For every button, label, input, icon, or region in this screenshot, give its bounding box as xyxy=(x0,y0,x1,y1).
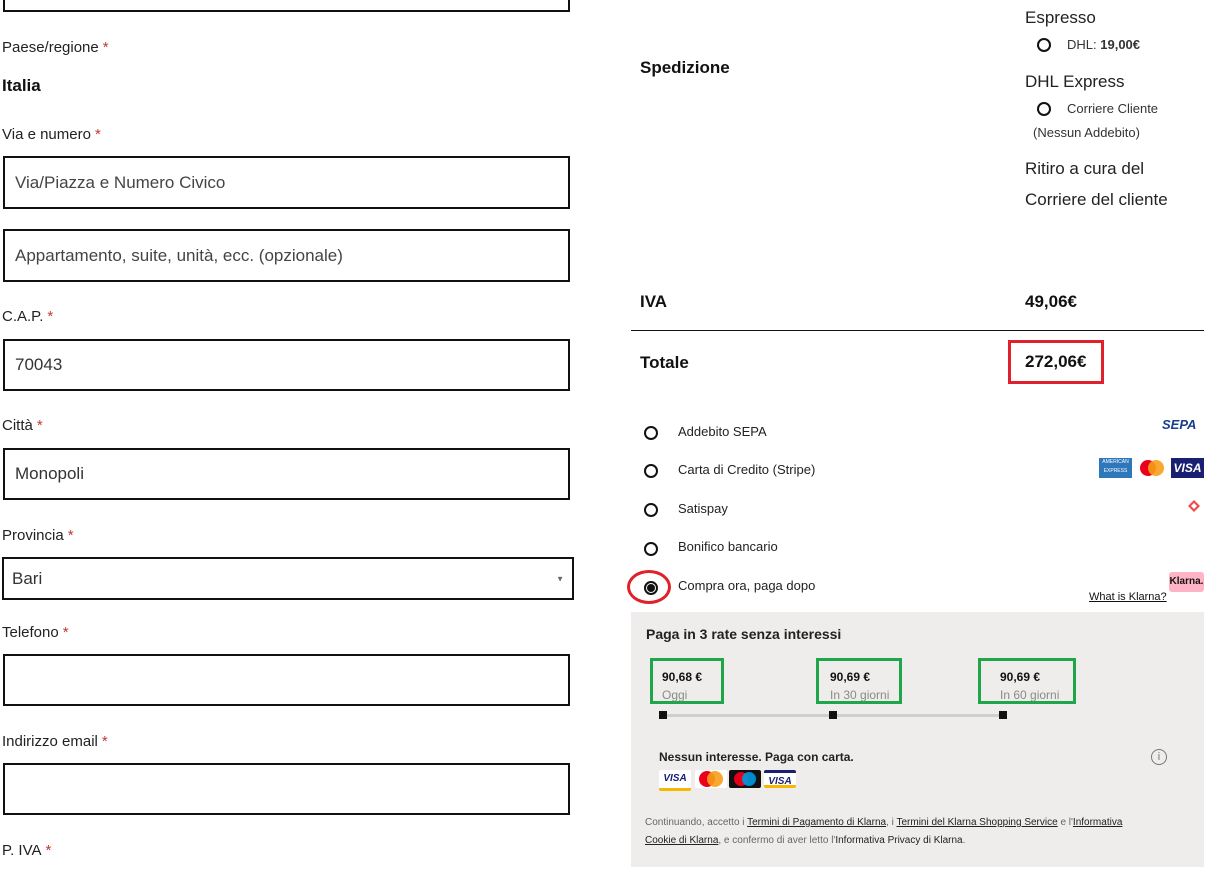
payment-label-klarna[interactable]: Compra ora, paga dopo xyxy=(678,578,815,593)
street-placeholder: Via/Piazza e Numero Civico xyxy=(15,172,226,192)
iva-value: 49,06€ xyxy=(1025,292,1077,311)
payment-label-bank[interactable]: Bonifico bancario xyxy=(678,539,778,554)
no-interest-text: Nessun interesse. Paga con carta. xyxy=(659,750,854,764)
satispay-icon xyxy=(1188,499,1200,517)
maestro-card-icon xyxy=(729,770,761,788)
mastercard-card-icon xyxy=(695,770,727,788)
city-label: Città * xyxy=(2,417,43,434)
amex-logo: AMERICAN EXPRESS xyxy=(1099,458,1132,478)
rate-3-amount: 90,69 € xyxy=(1000,670,1041,684)
province-select[interactable]: Bari ▼ xyxy=(2,557,574,600)
total-label: Totale xyxy=(640,353,689,372)
email-label: Indirizzo email * xyxy=(2,733,108,750)
visa-electron-card-icon: VISA xyxy=(764,770,796,788)
province-value: Bari xyxy=(12,568,43,588)
summary-divider xyxy=(631,330,1204,331)
country-label: Paese/regione * xyxy=(2,39,109,56)
sepa-logo: SEPA xyxy=(1162,417,1197,432)
klarna-shopping-link[interactable]: Termini del Klarna Shopping Service xyxy=(896,817,1057,828)
street-input[interactable]: Via/Piazza e Numero Civico xyxy=(3,156,570,209)
shipping-express-title: DHL Express xyxy=(1025,72,1125,91)
province-label: Provincia * xyxy=(2,527,74,544)
info-icon[interactable]: i xyxy=(1151,749,1167,765)
cap-input[interactable]: 70043 xyxy=(3,339,570,391)
timeline-dot-2 xyxy=(829,711,837,719)
klarna-legal-text: Continuando, accetto i Termini di Pagame… xyxy=(645,817,1123,846)
payment-radio-satispay[interactable] xyxy=(644,503,658,517)
cap-label: C.A.P. * xyxy=(2,308,54,325)
rate-2-when: In 30 giorni xyxy=(830,688,890,702)
rate-1-amount: 90,68 € xyxy=(662,670,703,684)
rate-3-when: In 60 giorni xyxy=(1000,688,1060,702)
shipping-dhl-label[interactable]: DHL: 19,00€ xyxy=(1067,37,1140,52)
total-value: 272,06€ xyxy=(1025,352,1087,371)
payment-radio-sepa[interactable] xyxy=(644,426,658,440)
what-is-klarna-link[interactable]: What is Klarna? xyxy=(1089,591,1167,603)
klarna-terms-link[interactable]: Termini di Pagamento di Klarna xyxy=(747,817,886,828)
klarna-heading: Paga in 3 rate senza interessi xyxy=(646,626,842,642)
chevron-down-icon: ▼ xyxy=(556,574,564,583)
vat-label: P. IVA * xyxy=(2,842,52,859)
country-value: Italia xyxy=(2,76,41,95)
pickup-line1: Ritiro a cura del xyxy=(1025,159,1145,178)
cap-value: 70043 xyxy=(15,355,63,374)
shipping-espresso-title: Espresso xyxy=(1025,8,1096,27)
rate-2: 90,69 € In 30 giorni xyxy=(816,658,902,704)
payment-radio-klarna[interactable] xyxy=(644,581,658,595)
shipping-dhl-radio[interactable] xyxy=(1037,38,1051,52)
street-label: Via e numero * xyxy=(2,126,101,143)
payment-label-satispay[interactable]: Satispay xyxy=(678,501,728,516)
payment-label-sepa[interactable]: Addebito SEPA xyxy=(678,424,767,439)
timeline-dot-3 xyxy=(999,711,1007,719)
pickup-line2: Corriere del cliente xyxy=(1025,190,1168,209)
payment-radio-card[interactable] xyxy=(644,464,658,478)
mastercard-logo xyxy=(1138,458,1166,478)
apartment-placeholder: Appartamento, suite, unità, ecc. (opzion… xyxy=(15,245,343,265)
timeline-dot-1 xyxy=(659,711,667,719)
visa-logo: VISA xyxy=(1171,458,1204,478)
city-input[interactable]: Monopoli xyxy=(3,448,570,500)
previous-field[interactable] xyxy=(3,0,570,12)
shipping-courier-note: (Nessun Addebito) xyxy=(1033,125,1140,140)
phone-label: Telefono * xyxy=(2,624,69,641)
rate-3: 90,69 € In 60 giorni xyxy=(978,658,1076,704)
rate-1-when: Oggi xyxy=(662,688,688,702)
email-input[interactable] xyxy=(3,763,570,815)
rate-1: 90,68 € Oggi xyxy=(650,658,724,704)
apartment-input[interactable]: Appartamento, suite, unità, ecc. (opzion… xyxy=(3,229,570,282)
rate-2-amount: 90,69 € xyxy=(830,670,871,684)
shipping-courier-radio[interactable] xyxy=(1037,102,1051,116)
klarna-logo: Klarna. xyxy=(1169,572,1204,592)
visa-card-icon: VISA xyxy=(659,770,691,791)
shipping-courier-label[interactable]: Corriere Cliente xyxy=(1067,101,1158,116)
payment-radio-bank[interactable] xyxy=(644,542,658,556)
phone-input[interactable] xyxy=(3,654,570,706)
payment-label-card[interactable]: Carta di Credito (Stripe) xyxy=(678,462,815,477)
iva-label: IVA xyxy=(640,292,668,311)
shipping-label: Spedizione xyxy=(640,58,730,77)
city-value: Monopoli xyxy=(15,464,84,483)
klarna-privacy-link[interactable]: Informativa Privacy di Klarna xyxy=(835,835,962,846)
